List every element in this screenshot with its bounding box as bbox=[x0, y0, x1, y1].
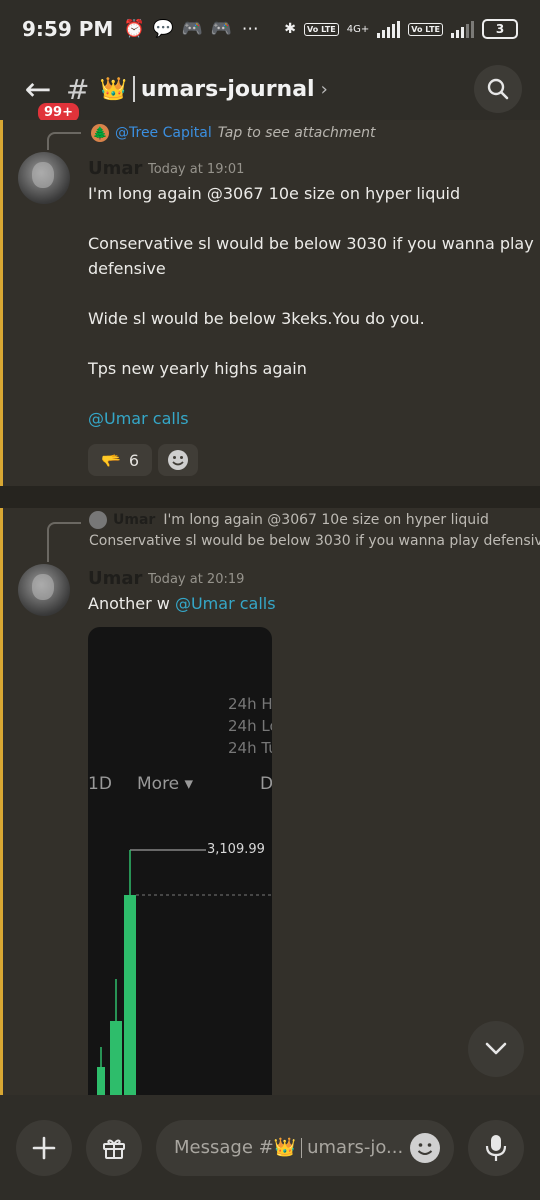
message-text: Another w @Umar calls bbox=[88, 591, 276, 616]
reply-author[interactable]: @Tree Capital bbox=[115, 125, 212, 141]
reply-avatar: 🌲 bbox=[91, 124, 109, 142]
reply-text: Conservative sl would be below 3030 if y… bbox=[89, 533, 540, 549]
reply-author[interactable]: Umar bbox=[113, 512, 155, 528]
message-input-placeholder: Message #👑 umars-jo... bbox=[174, 1137, 410, 1158]
message-author[interactable]: Umar bbox=[88, 568, 142, 589]
message-input[interactable]: Message #👑 umars-jo... bbox=[156, 1119, 454, 1176]
reaction-emoji: 🫳 bbox=[100, 450, 121, 470]
discord-icon-2: 🎮 bbox=[210, 19, 232, 39]
add-reaction-icon bbox=[168, 450, 188, 470]
reply-preview[interactable]: Umar I'm long again @3067 10e size on hy… bbox=[89, 511, 489, 529]
alarm-icon: ⏰ bbox=[123, 19, 145, 39]
volte-icon-2: Vo LTE bbox=[408, 22, 443, 36]
jump-to-bottom-button[interactable] bbox=[468, 1021, 524, 1077]
microphone-icon bbox=[485, 1134, 507, 1161]
candle bbox=[97, 1067, 105, 1095]
channel-emoji: 👑 bbox=[99, 76, 127, 102]
battery-icon: 3 bbox=[482, 19, 518, 39]
search-button[interactable] bbox=[474, 65, 522, 113]
voice-message-button[interactable] bbox=[468, 1119, 524, 1176]
message-author[interactable]: Umar bbox=[88, 158, 142, 179]
role-mention[interactable]: @Umar calls bbox=[88, 406, 189, 431]
message-line: Tps new yearly highs again bbox=[88, 359, 307, 378]
message-line: defensive bbox=[88, 259, 166, 278]
add-reaction-button[interactable] bbox=[158, 444, 198, 476]
channel-hash-icon: # bbox=[66, 72, 90, 106]
avatar[interactable] bbox=[18, 152, 70, 204]
chevron-right-icon[interactable]: › bbox=[321, 79, 328, 100]
placeholder-channel: umars-jo... bbox=[307, 1137, 404, 1158]
message-line: Wide sl would be below 3keks.You do you. bbox=[88, 309, 425, 328]
plus-icon bbox=[32, 1136, 56, 1159]
placeholder-divider bbox=[301, 1138, 303, 1158]
channel-name-divider bbox=[132, 76, 135, 102]
discord-icon: 🎮 bbox=[181, 19, 203, 39]
volte-icon: Vo LTE bbox=[304, 22, 339, 36]
candle bbox=[110, 1021, 122, 1095]
status-bar: 9:59 PM ⏰ 💬 🎮 🎮 ⋯ ✱ Vo LTE 4G+ Vo LTE 3 bbox=[0, 0, 540, 58]
message-item[interactable]: 🌲 @Tree Capital Tap to see attachment Um… bbox=[0, 120, 540, 486]
placeholder-prefix: Message #👑 bbox=[174, 1137, 297, 1158]
reply-text: Tap to see attachment bbox=[217, 125, 376, 141]
role-mention[interactable]: @Umar calls bbox=[175, 594, 276, 613]
message-line: I'm long again @3067 10e size on hyper l… bbox=[88, 184, 461, 203]
image-attachment[interactable]: 24h Hi 24h Lo 24h Tu 1D More ▾ D 3,109.9… bbox=[88, 627, 272, 1095]
more-notifications-icon: ⋯ bbox=[241, 19, 259, 39]
chat-bubble-icon: 💬 bbox=[152, 19, 174, 39]
reaction-chip[interactable]: 🫳 6 bbox=[88, 444, 152, 476]
message-line: Conservative sl would be below 3030 if y… bbox=[88, 234, 534, 253]
message-text-prefix: Another w bbox=[88, 594, 175, 613]
reply-connector bbox=[47, 522, 81, 562]
reply-avatar bbox=[89, 511, 107, 529]
message-timestamp: Today at 19:01 bbox=[148, 162, 245, 177]
status-right: ✱ Vo LTE 4G+ Vo LTE 3 bbox=[284, 19, 518, 39]
message-timestamp: Today at 20:19 bbox=[148, 572, 245, 587]
reply-connector bbox=[47, 132, 81, 150]
message-list[interactable]: 🌲 @Tree Capital Tap to see attachment Um… bbox=[0, 120, 540, 1095]
gift-icon bbox=[103, 1139, 125, 1159]
reply-preview[interactable]: 🌲 @Tree Capital Tap to see attachment bbox=[91, 124, 376, 142]
channel-header: ← 99+ # 👑 umars-journal › bbox=[0, 58, 540, 124]
add-attachment-button[interactable] bbox=[16, 1119, 72, 1176]
signal-icon bbox=[377, 20, 401, 38]
status-time: 9:59 PM bbox=[22, 17, 114, 41]
message-separator bbox=[0, 486, 540, 508]
channel-name[interactable]: umars-journal bbox=[141, 77, 315, 102]
avatar[interactable] bbox=[18, 564, 70, 616]
gift-button[interactable] bbox=[86, 1119, 142, 1176]
reply-preview-line-2: Conservative sl would be below 3030 if y… bbox=[89, 533, 540, 549]
reply-text: I'm long again @3067 10e size on hyper l… bbox=[163, 512, 489, 528]
bluetooth-icon: ✱ bbox=[284, 21, 297, 37]
emoji-picker-icon[interactable] bbox=[410, 1132, 440, 1163]
price-label: 3,109.99 bbox=[207, 842, 265, 857]
signal-icon-2 bbox=[451, 20, 474, 38]
candlestick-chart bbox=[97, 849, 272, 1095]
back-button[interactable]: ← 99+ bbox=[18, 69, 81, 124]
search-icon bbox=[487, 78, 509, 100]
network-type-label: 4G+ bbox=[346, 23, 370, 35]
candle bbox=[124, 895, 136, 1095]
reaction-count: 6 bbox=[128, 450, 140, 470]
message-composer: Message #👑 umars-jo... bbox=[0, 1095, 540, 1200]
chevron-down-icon bbox=[485, 1042, 507, 1055]
